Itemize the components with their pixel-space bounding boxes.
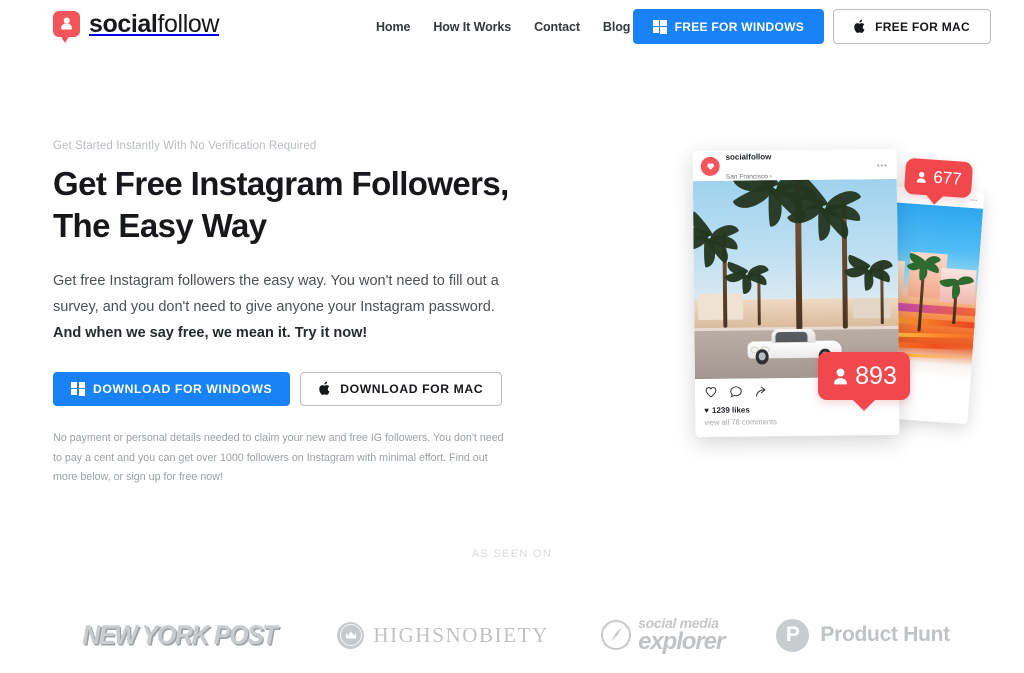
page-title: Get Free Instagram Followers, The Easy W…: [53, 163, 523, 247]
press-logo-social-media-explorer: social media explorer: [601, 616, 725, 656]
press-logo-product-hunt-text: Product Hunt: [820, 623, 950, 646]
press-logo-highsnobiety-text: HIGHSNOBIETY: [373, 622, 549, 647]
hero-description: Get free Instagram followers the easy wa…: [53, 269, 515, 346]
product-hunt-icon: P: [776, 618, 810, 652]
heart-filled-icon: ♥: [704, 405, 710, 415]
hero-fineprint: No payment or personal details needed to…: [53, 431, 504, 484]
hero-copy: Get Started Instantly With No Verificati…: [53, 140, 523, 488]
press-logo-new-york-post: NEW YORK POST: [74, 620, 285, 651]
follower-badge-677-count: 677: [932, 167, 963, 189]
download-mac-label: DOWNLOAD FOR MAC: [340, 381, 484, 396]
compass-icon: [601, 619, 632, 650]
hero-description-bold: And when we say free, we mean it. Try it…: [53, 325, 368, 342]
press-logo-new-york-post-text: NEW YORK POST: [82, 619, 278, 650]
person-icon: [834, 368, 847, 384]
press-heading: AS SEEN ON: [471, 548, 553, 560]
follower-badge-893: 893: [818, 352, 910, 400]
download-for-windows-button[interactable]: DOWNLOAD FOR WINDOWS: [53, 371, 291, 406]
hero-eyebrow: Get Started Instantly With No Verificati…: [53, 140, 317, 152]
instagram-post-header: socialfollow San Francisco › •••: [693, 149, 897, 181]
person-icon: [917, 171, 926, 183]
download-for-mac-button[interactable]: DOWNLOAD FOR MAC: [300, 371, 503, 406]
comment-icon[interactable]: [729, 385, 743, 399]
instagram-photo: [692, 178, 899, 380]
instagram-likes-count: 1239 likes: [711, 405, 750, 415]
share-icon[interactable]: [754, 384, 768, 398]
more-options-icon: •••: [969, 197, 978, 205]
instagram-mockup: ••• socialfollow San Francisco › ••• ♥ 1…: [672, 140, 1002, 450]
crown-badge-icon: [337, 621, 365, 649]
more-options-icon[interactable]: •••: [877, 161, 888, 170]
apple-icon: [319, 381, 332, 396]
landing-page: socialfollow Home How It Works Contact B…: [0, 0, 1024, 673]
headline-line-1: Get Free Instagram Followers,: [53, 165, 509, 202]
instagram-comments-link[interactable]: view all 78 comments: [704, 416, 890, 427]
download-windows-label: DOWNLOAD FOR WINDOWS: [93, 381, 273, 396]
hero-section: Get Started Instantly With No Verificati…: [0, 0, 1024, 500]
press-logo-product-hunt: P Product Hunt: [776, 618, 950, 652]
follower-badge-677: 677: [903, 157, 974, 199]
press-logo-highsnobiety: HIGHSNOBIETY: [337, 621, 549, 649]
headline-line-2: The Easy Way: [53, 207, 267, 245]
follower-badge-893-count: 893: [855, 361, 897, 390]
press-logo-row: NEW YORK POST HIGHSNOBIETY social media …: [0, 600, 1024, 670]
press-logo-sme-text-bottom: explorer: [638, 628, 725, 656]
instagram-username: socialfollow: [725, 152, 772, 162]
heart-icon[interactable]: [704, 385, 718, 399]
hero-cta-group: DOWNLOAD FOR WINDOWS DOWNLOAD FOR MAC: [53, 371, 523, 406]
avatar: [700, 156, 720, 176]
hero-description-normal: Get free Instagram followers the easy wa…: [53, 273, 499, 316]
windows-icon: [71, 381, 85, 396]
